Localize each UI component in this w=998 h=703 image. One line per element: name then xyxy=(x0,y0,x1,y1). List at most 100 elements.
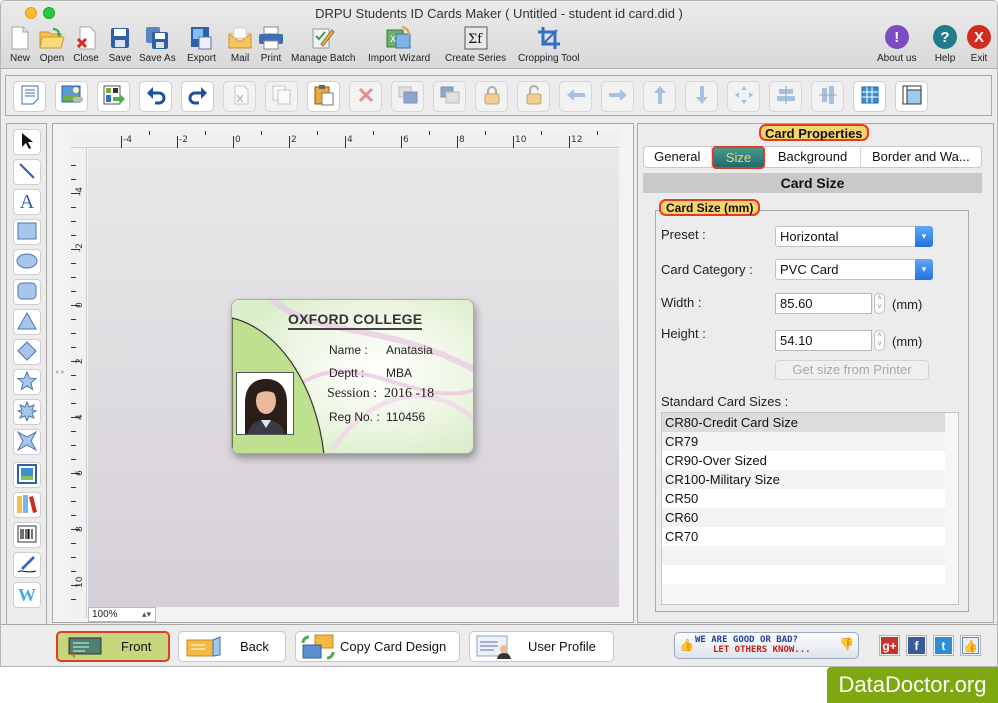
ruler-minor-tick xyxy=(71,487,76,488)
ellipse-tool[interactable] xyxy=(13,249,41,275)
print-button[interactable]: Print xyxy=(258,25,284,64)
send-to-back-button[interactable] xyxy=(433,81,466,112)
line-tool[interactable] xyxy=(13,159,41,185)
import-wizard-button[interactable]: X Import Wizard xyxy=(368,25,430,64)
ruler-minor-tick xyxy=(71,543,76,544)
list-item[interactable]: CR100-Military Size xyxy=(662,470,945,489)
library-tool[interactable] xyxy=(13,492,41,518)
open-button[interactable]: Open xyxy=(39,25,65,64)
save-button[interactable]: Save xyxy=(107,25,133,64)
move-left-button[interactable] xyxy=(559,81,592,112)
ruler-label: 4 xyxy=(347,135,353,145)
copy-button[interactable] xyxy=(265,81,298,112)
google-plus-button[interactable]: g+ xyxy=(879,635,900,656)
id-card-preview[interactable]: OXFORD COLLEGE Name : Anatasia Deptt : M… xyxy=(231,299,474,454)
paste-button[interactable] xyxy=(307,81,340,112)
width-input[interactable]: 85.60 xyxy=(775,293,872,314)
rounded-rectangle-tool[interactable] xyxy=(13,279,41,305)
mail-icon xyxy=(227,25,253,51)
group-title: Card Size (mm) xyxy=(659,199,761,216)
list-item[interactable]: CR60 xyxy=(662,508,945,527)
help-button[interactable]: ? Help xyxy=(933,25,957,64)
tab-border-and-watermark[interactable]: Border and Wa... xyxy=(861,147,981,167)
export-design-button[interactable] xyxy=(97,81,130,112)
insert-image-button[interactable] xyxy=(55,81,88,112)
copy-icon xyxy=(272,85,292,108)
burst-tool[interactable] xyxy=(13,399,41,425)
tab-background[interactable]: Background xyxy=(765,147,861,167)
exit-button[interactable]: X Exit xyxy=(967,25,991,64)
redo-button[interactable] xyxy=(181,81,214,112)
list-item[interactable]: CR79 xyxy=(662,432,945,451)
unlock-button[interactable] xyxy=(517,81,550,112)
preset-select[interactable]: Horizontal ▾ xyxy=(775,226,933,247)
student-photo-icon xyxy=(237,373,293,434)
ruler-minor-tick xyxy=(541,131,542,135)
cropping-tool-button[interactable]: Cropping Tool xyxy=(518,25,580,64)
card-category-select[interactable]: PVC Card ▾ xyxy=(775,259,933,280)
grid-button[interactable] xyxy=(853,81,886,112)
text-tool[interactable]: A xyxy=(13,189,41,215)
move-up-button[interactable] xyxy=(643,81,676,112)
ruler-minor-tick xyxy=(71,571,76,572)
width-stepper[interactable]: ˄ ˅ xyxy=(874,293,885,314)
splitter-handle[interactable]: ●● xyxy=(55,369,65,376)
user-profile-button[interactable]: User Profile xyxy=(469,631,614,662)
zoom-level-field[interactable]: 100% ▴▾ xyxy=(88,607,156,622)
ruler-label: -4 xyxy=(123,135,132,145)
picture-tool[interactable] xyxy=(13,462,41,488)
about-us-button[interactable]: ! About us xyxy=(877,25,916,64)
lock-button[interactable] xyxy=(475,81,508,112)
list-item[interactable]: CR70 xyxy=(662,527,945,546)
cut-button[interactable] xyxy=(223,81,256,112)
ruler-button[interactable] xyxy=(895,81,928,112)
height-input[interactable]: 54.10 xyxy=(775,330,872,351)
height-stepper[interactable]: ˄ ˅ xyxy=(874,330,885,351)
export-icon xyxy=(188,25,214,51)
tab-general[interactable]: General xyxy=(644,147,712,167)
four-point-star-tool[interactable] xyxy=(13,429,41,455)
get-size-from-printer-button[interactable]: Get size from Printer xyxy=(775,360,929,380)
mail-button[interactable]: Mail xyxy=(227,25,253,64)
move-right-button[interactable] xyxy=(601,81,634,112)
export-button[interactable]: Export xyxy=(187,25,216,64)
close-button[interactable]: Close xyxy=(73,25,99,64)
list-item[interactable]: CR50 xyxy=(662,489,945,508)
create-series-button[interactable]: Σf Create Series xyxy=(445,25,506,64)
manage-batch-button[interactable]: Manage Batch xyxy=(291,25,356,64)
save-as-button[interactable]: Save As xyxy=(139,25,176,64)
move-down-button[interactable] xyxy=(685,81,718,112)
star-tool[interactable] xyxy=(13,369,41,395)
properties-button[interactable] xyxy=(13,81,46,112)
twitter-button[interactable]: t xyxy=(933,635,954,656)
pointer-icon xyxy=(20,132,34,153)
copy-card-design-button[interactable]: Copy Card Design xyxy=(295,631,460,662)
tab-size[interactable]: Size xyxy=(711,146,766,169)
list-item[interactable]: CR80-Credit Card Size xyxy=(662,413,945,432)
watermark-tool[interactable]: W xyxy=(13,582,41,608)
diamond-tool[interactable] xyxy=(13,339,41,365)
like-button[interactable]: 👍 xyxy=(960,635,981,656)
ruler-major-tick xyxy=(513,136,514,148)
align-horizontal-button[interactable] xyxy=(769,81,802,112)
feedback-banner[interactable]: 👍 WE ARE GOOD OR BAD? LET OTHERS KNOW...… xyxy=(674,632,859,659)
rectangle-tool[interactable] xyxy=(13,219,41,245)
send-back-icon xyxy=(440,86,460,107)
list-item[interactable]: CR90-Over Sized xyxy=(662,451,945,470)
barcode-tool[interactable] xyxy=(13,522,41,548)
export-design-icon xyxy=(103,85,125,108)
new-button[interactable]: New xyxy=(7,25,33,64)
zoom-stepper-icon[interactable]: ▴▾ xyxy=(142,608,151,621)
front-button[interactable]: Front xyxy=(56,631,170,662)
bring-to-front-button[interactable] xyxy=(391,81,424,112)
delete-button[interactable] xyxy=(349,81,382,112)
facebook-button[interactable]: f xyxy=(906,635,927,656)
center-button[interactable] xyxy=(727,81,760,112)
ruler-minor-tick xyxy=(71,389,76,390)
signature-tool[interactable] xyxy=(13,552,41,578)
back-button[interactable]: Back xyxy=(178,631,286,662)
pointer-tool[interactable] xyxy=(13,129,41,155)
triangle-tool[interactable] xyxy=(13,309,41,335)
undo-button[interactable] xyxy=(139,81,172,112)
align-vertical-button[interactable] xyxy=(811,81,844,112)
